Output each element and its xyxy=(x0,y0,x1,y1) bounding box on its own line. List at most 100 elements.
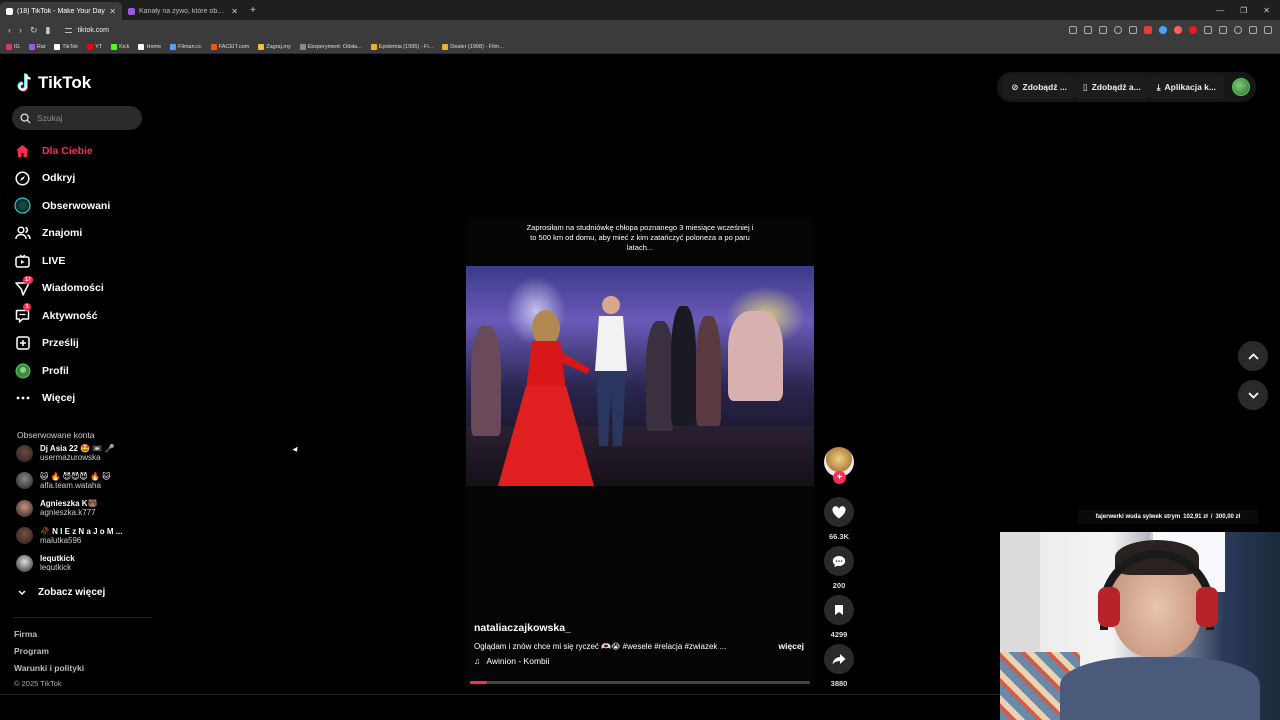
bookmark-item[interactable]: Zagraj.my xyxy=(258,43,291,50)
forward-icon[interactable]: › xyxy=(19,25,22,36)
menu-icon[interactable] xyxy=(1264,26,1272,34)
bookmark-favicon-icon xyxy=(170,43,177,50)
sidebar-item-activity[interactable]: 1 Aktywność xyxy=(14,302,154,330)
footer-link-program[interactable]: Program xyxy=(14,646,84,663)
media-icon[interactable] xyxy=(1249,26,1257,34)
save-button[interactable] xyxy=(824,595,854,625)
extension-icon[interactable] xyxy=(1189,26,1197,34)
likes-count: 66.3K xyxy=(828,532,849,541)
video-player[interactable]: Zaprosiłam na studniówkę chłopa poznaneg… xyxy=(466,217,814,687)
like-button[interactable] xyxy=(824,497,854,527)
get-app-button[interactable]: ▯ Zdobądź a... xyxy=(1074,75,1149,99)
bookmark-label: Filman.cc xyxy=(178,43,202,50)
wallet-icon[interactable] xyxy=(1234,26,1242,34)
footer-link-company[interactable]: Firma xyxy=(14,629,84,646)
search-input[interactable] xyxy=(37,113,127,123)
translate-icon[interactable] xyxy=(1099,26,1107,34)
sidebar-item-home[interactable]: Dla Ciebie xyxy=(14,137,154,165)
follow-plus-icon[interactable]: + xyxy=(833,471,846,484)
account-handle: agnieszka.k777 xyxy=(40,508,96,517)
url-field[interactable]: tiktok.com xyxy=(64,27,109,34)
top-right-actions: ⊘ Zdobądź ... ▯ Zdobądź a... ⤓ Aplikacja… xyxy=(997,72,1256,102)
bookmark-item[interactable]: Eksperyment: Odsła... xyxy=(299,43,362,50)
followed-account[interactable]: Dj Asia 22 🤩 📼 🎤 usermazurowska xyxy=(16,441,156,465)
bookmark-item[interactable]: Dealer (1998) - Film... xyxy=(442,43,504,50)
get-coins-button[interactable]: ⊘ Zdobądź ... xyxy=(1003,75,1075,99)
phone-icon: ▯ xyxy=(1082,81,1088,92)
reload-icon[interactable]: ↻ xyxy=(30,25,38,36)
bookmark-favicon-icon xyxy=(210,43,217,50)
account-handle: usermazurowska xyxy=(40,453,101,462)
sidebar-item-following[interactable]: Obserwowani xyxy=(14,192,154,220)
followed-account[interactable]: Agnieszka K🐻 agnieszka.k777 xyxy=(16,496,156,520)
avatar xyxy=(16,444,33,462)
video-author[interactable]: nataliaczajkowska_ xyxy=(474,622,804,634)
back-icon[interactable]: ‹ xyxy=(8,25,11,36)
donation-goal: fajerwerki wuda sylwek strym 102,91 zł /… xyxy=(1078,510,1258,524)
activity-icon: 1 xyxy=(14,303,31,324)
bookmark-item[interactable]: FACEIT.com xyxy=(210,43,249,50)
sidebar-item-compass[interactable]: Odkryj xyxy=(14,165,154,193)
messages-icon: 17 xyxy=(14,275,34,297)
share-icon[interactable] xyxy=(1129,26,1137,34)
bookmark-item[interactable]: Filman.cc xyxy=(170,43,202,50)
webcam-overlay xyxy=(1000,532,1280,720)
sidebar-item-live[interactable]: LIVE xyxy=(14,247,154,275)
sidebar-item-profile[interactable]: Profil xyxy=(14,357,154,385)
bookmark-item[interactable]: TikTok xyxy=(54,43,79,50)
previous-video-button[interactable] xyxy=(1238,341,1268,371)
extension-icon[interactable] xyxy=(1084,26,1092,34)
music-title: Awinion - Kombii xyxy=(486,656,550,666)
bookmark-favicon-icon xyxy=(299,43,306,50)
sidebar-item-more[interactable]: Więcej xyxy=(14,385,154,413)
avatar xyxy=(16,554,33,572)
brave-shield-icon[interactable] xyxy=(1144,26,1152,34)
share-button[interactable] xyxy=(824,644,854,674)
sidebar-item-label: Dla Ciebie xyxy=(42,144,93,157)
followed-account[interactable]: lequtkick lequtkick xyxy=(16,551,156,575)
tiktok-logo[interactable]: TikTok xyxy=(16,73,91,93)
user-avatar[interactable] xyxy=(1232,78,1250,96)
browser-tab-tiktok[interactable]: (18) TikTok - Make Your Day ✕ xyxy=(0,2,122,20)
download-icon[interactable] xyxy=(1219,26,1227,34)
sidebar-item-friends[interactable]: Znajomi xyxy=(14,220,154,248)
new-tab-button[interactable]: + xyxy=(244,5,262,16)
browser-tab-kick[interactable]: Kanały na żywo, które obserwujesz - ✕ xyxy=(122,2,244,20)
more-button[interactable]: więcej xyxy=(778,641,804,651)
extension-icon[interactable] xyxy=(1069,26,1077,34)
video-progress-bar[interactable] xyxy=(470,681,810,684)
extension-icon[interactable] xyxy=(1174,26,1182,34)
site-info-icon[interactable] xyxy=(64,27,72,33)
minimize-icon[interactable]: — xyxy=(1216,6,1224,15)
zoom-icon[interactable] xyxy=(1114,26,1122,34)
see-more-button[interactable]: Zobacz więcej xyxy=(18,587,105,598)
sidebar-item-label: Wiadomości xyxy=(42,282,104,295)
close-window-icon[interactable]: ✕ xyxy=(1263,6,1270,15)
bookmark-item[interactable]: Kick xyxy=(111,43,129,50)
bookmark-item[interactable]: Home xyxy=(138,43,161,50)
followed-account[interactable]: 🐱 🔥 😈😈😈 🔥 🐱 alfa.team.wataha xyxy=(16,469,156,493)
close-tab-icon[interactable]: ✕ xyxy=(231,7,238,16)
extension-icon[interactable] xyxy=(1159,26,1167,34)
sidebar-item-messages[interactable]: 17 Wiadomości xyxy=(14,275,154,303)
comment-button[interactable] xyxy=(824,546,854,576)
bookmark-label: TikTok xyxy=(62,43,79,50)
extensions-puzzle-icon[interactable] xyxy=(1204,26,1212,34)
music-link[interactable]: ♫ Awinion - Kombii xyxy=(474,656,804,666)
bookmark-item[interactable]: Epidemia (1995) - Fi... xyxy=(370,43,433,50)
followed-account[interactable]: 🥀 N I E z N a J o M ... malutka596 xyxy=(16,524,156,548)
account-name: 🥀 N I E z N a J o M ... xyxy=(40,526,123,536)
desktop-app-button[interactable]: ⤓ Aplikacja k... xyxy=(1148,75,1224,99)
footer-link-terms[interactable]: Warunki i polityki xyxy=(14,663,84,680)
search-box[interactable] xyxy=(12,106,142,130)
bookmark-icon[interactable]: ▮ xyxy=(46,25,51,36)
close-tab-icon[interactable]: ✕ xyxy=(109,7,116,16)
bookmark-favicon-icon xyxy=(6,43,12,50)
maximize-icon[interactable]: ❐ xyxy=(1240,6,1247,15)
next-video-button[interactable] xyxy=(1238,380,1268,410)
creator-avatar[interactable]: + xyxy=(824,447,854,484)
bookmark-item[interactable]: IG xyxy=(6,43,20,50)
bookmark-item[interactable]: Rat xyxy=(28,43,45,50)
sidebar-item-upload[interactable]: Prześlij xyxy=(14,330,154,358)
bookmark-item[interactable]: YT xyxy=(87,43,102,50)
